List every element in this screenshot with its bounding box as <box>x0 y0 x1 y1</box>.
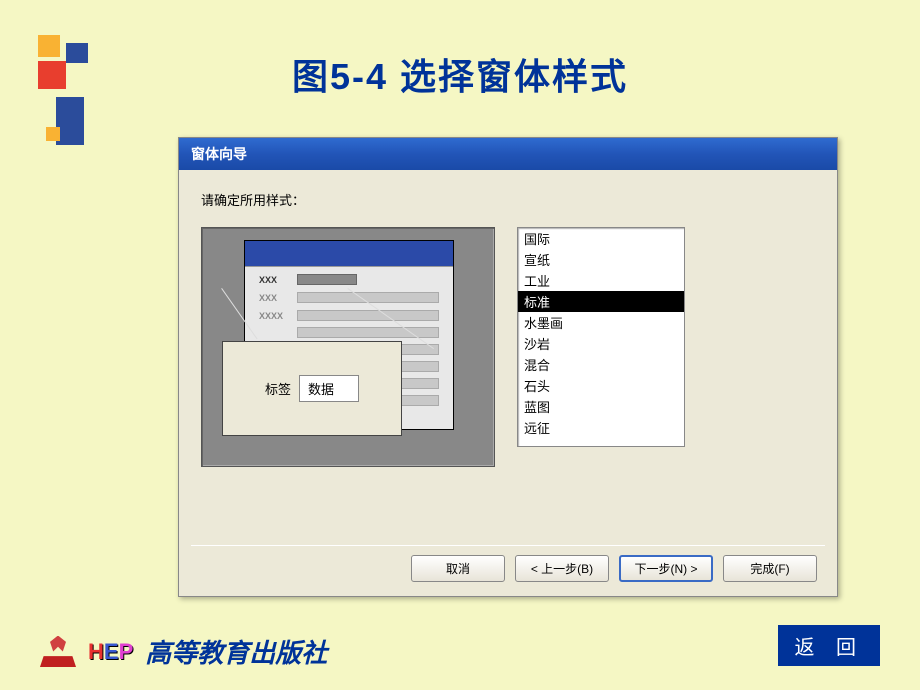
back-button[interactable]: < 上一步(B) <box>515 555 609 582</box>
dialog-prompt: 请确定所用样式： <box>201 190 815 209</box>
return-button[interactable]: 返 回 <box>778 625 880 666</box>
zoom-value: 数据 <box>299 375 359 402</box>
publisher-name: 高等教育出版社 <box>145 633 327 670</box>
separator <box>191 545 825 546</box>
style-listbox[interactable]: 国际宣纸工业标准水墨画沙岩混合石头蓝图远征 <box>517 227 685 447</box>
preview-row-label: XXX <box>259 275 297 285</box>
hep-logo-text: HEP <box>88 639 133 665</box>
style-item[interactable]: 宣纸 <box>518 249 684 270</box>
preview-zoom: 标签 数据 <box>222 341 402 436</box>
preview-row-label: XXXX <box>259 311 297 321</box>
style-item[interactable]: 标准 <box>518 291 684 312</box>
style-item[interactable]: 蓝图 <box>518 396 684 417</box>
form-wizard-dialog: 窗体向导 请确定所用样式： XXX XXX XXXX <box>178 137 838 597</box>
style-item[interactable]: 石头 <box>518 375 684 396</box>
cancel-button[interactable]: 取消 <box>411 555 505 582</box>
hep-logo-icon <box>40 636 76 668</box>
style-item[interactable]: 工业 <box>518 270 684 291</box>
style-item[interactable]: 混合 <box>518 354 684 375</box>
preview-row-label: XXX <box>259 293 297 303</box>
dialog-title: 窗体向导 <box>179 138 837 170</box>
style-item[interactable]: 远征 <box>518 417 684 438</box>
button-row: 取消 < 上一步(B) 下一步(N) > 完成(F) <box>411 555 817 582</box>
style-item[interactable]: 水墨画 <box>518 312 684 333</box>
style-preview: XXX XXX XXXX <box>201 227 495 467</box>
next-button[interactable]: 下一步(N) > <box>619 555 713 582</box>
style-item[interactable]: 国际 <box>518 228 684 249</box>
finish-button[interactable]: 完成(F) <box>723 555 817 582</box>
page-title: 图5-4 选择窗体样式 <box>0 48 920 100</box>
footer: HEP 高等教育出版社 <box>40 633 327 670</box>
zoom-label: 标签 <box>265 379 291 398</box>
style-item[interactable]: 沙岩 <box>518 333 684 354</box>
